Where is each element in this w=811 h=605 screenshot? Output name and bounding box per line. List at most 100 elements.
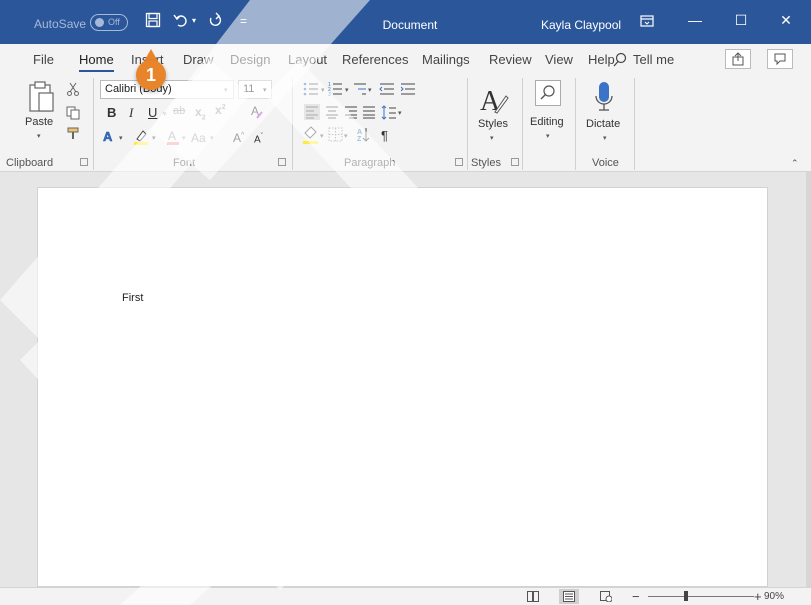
svg-text:▾: ▾	[344, 133, 348, 140]
change-case-button[interactable]: Aa	[191, 131, 206, 145]
document-page[interactable]: First	[37, 187, 768, 587]
multilevel-list-icon[interactable]	[354, 83, 366, 95]
zoom-slider[interactable]	[648, 596, 754, 597]
close-icon[interactable]: ✕	[776, 12, 796, 29]
decrease-indent-icon[interactable]	[379, 83, 394, 95]
autosave-toggle[interactable]: Off	[90, 14, 128, 31]
font-size-dropdown-icon[interactable]: ▾	[263, 86, 267, 94]
find-button[interactable]	[535, 80, 561, 106]
user-name[interactable]: Kayla Claypool	[541, 18, 621, 32]
ribbon-display-icon[interactable]	[640, 15, 654, 27]
web-layout-icon[interactable]	[600, 591, 612, 602]
redo-icon[interactable]	[207, 12, 223, 28]
shrink-font-button[interactable]: Aˇ	[254, 133, 263, 145]
share-button[interactable]	[725, 49, 751, 69]
editing-label[interactable]: Editing	[530, 116, 564, 128]
styles-launcher-icon[interactable]	[511, 158, 519, 166]
paragraph-launcher-icon[interactable]	[455, 158, 463, 166]
search-icon[interactable]	[612, 52, 628, 68]
font-color-icon[interactable]: A	[166, 128, 180, 146]
toggle-knob	[95, 18, 104, 27]
font-name-dropdown-icon[interactable]: ▾	[224, 86, 228, 94]
svg-text:Z: Z	[357, 136, 362, 143]
search-icon	[540, 85, 555, 100]
copy-icon[interactable]	[66, 106, 80, 120]
show-formatting-icon[interactable]: ¶	[381, 128, 388, 143]
undo-icon[interactable]	[173, 12, 189, 28]
tell-me-label[interactable]: Tell me	[633, 52, 674, 67]
highlight-dropdown-icon[interactable]: ▾	[152, 134, 156, 142]
tab-home[interactable]: Home	[79, 52, 114, 72]
tab-references[interactable]: References	[342, 52, 408, 67]
ribbon-tabs: File Home Insert Draw Design Layout Refe…	[0, 44, 811, 74]
undo-dropdown-icon[interactable]: ▾	[192, 16, 196, 25]
tab-view[interactable]: View	[545, 52, 573, 67]
text-effects-dropdown-icon[interactable]: ▾	[119, 134, 123, 142]
grow-font-button[interactable]: A^	[233, 131, 244, 145]
minimize-icon[interactable]: —	[685, 12, 705, 28]
shading-icon[interactable]	[303, 126, 318, 144]
paste-dropdown-icon[interactable]: ▾	[37, 132, 41, 140]
strikethrough-button[interactable]: ab	[173, 105, 185, 117]
bold-button[interactable]: B	[107, 105, 116, 120]
subscript-button[interactable]: x2	[195, 105, 206, 121]
print-layout-button[interactable]	[559, 589, 579, 604]
zoom-out-button[interactable]: −	[632, 589, 640, 604]
tab-draw[interactable]: Draw	[183, 52, 213, 67]
editing-dropdown-icon[interactable]: ▾	[546, 132, 550, 140]
styles-dropdown-icon[interactable]: ▾	[490, 134, 494, 142]
dictate-dropdown-icon[interactable]: ▾	[603, 134, 607, 142]
format-painter-icon[interactable]	[66, 126, 80, 140]
superscript-button[interactable]: x2	[215, 103, 226, 117]
document-text[interactable]: First	[122, 292, 143, 304]
tab-help[interactable]: Help	[588, 52, 615, 67]
cut-icon[interactable]	[66, 82, 80, 96]
justify-icon[interactable]	[363, 106, 375, 119]
paste-label[interactable]: Paste	[25, 116, 53, 128]
font-launcher-icon[interactable]	[278, 158, 286, 166]
font-color-dropdown-icon[interactable]: ▾	[182, 134, 186, 142]
dictate-label[interactable]: Dictate	[586, 118, 620, 130]
tab-layout[interactable]: Layout	[288, 52, 327, 67]
line-spacing-icon[interactable]	[381, 105, 396, 120]
clear-formatting-icon[interactable]: A	[250, 104, 264, 120]
bullets-icon[interactable]	[303, 82, 318, 96]
maximize-icon[interactable]: ☐	[731, 12, 751, 29]
numbering-icon[interactable]: 1 2 3	[328, 82, 342, 98]
tab-file[interactable]: File	[33, 52, 54, 67]
styles-icon[interactable]: A	[478, 82, 510, 116]
separator	[93, 78, 94, 170]
align-center-icon[interactable]	[326, 106, 338, 119]
align-right-icon[interactable]	[345, 106, 357, 119]
save-icon[interactable]	[145, 12, 161, 28]
zoom-level[interactable]: 90%	[764, 591, 784, 602]
microphone-icon[interactable]	[592, 80, 616, 114]
share-icon	[732, 52, 744, 66]
increase-indent-icon[interactable]	[400, 83, 415, 95]
text-effects-icon[interactable]: A	[102, 129, 116, 145]
comments-button[interactable]	[767, 49, 793, 69]
collapse-ribbon-icon[interactable]: ⌃	[791, 158, 799, 169]
zoom-in-button[interactable]: +	[754, 589, 762, 604]
read-mode-icon[interactable]	[527, 591, 539, 602]
underline-dropdown-icon[interactable]: ▾	[163, 110, 167, 118]
scrollbar[interactable]	[806, 172, 811, 587]
change-case-dropdown-icon[interactable]: ▾	[210, 134, 214, 142]
customize-qat-icon[interactable]: =	[240, 14, 247, 28]
paragraph-tools: ▾ 1 2 3 ▾ ▾ ▾ ▾ ▾ A Z ¶	[303, 82, 415, 144]
borders-icon[interactable]	[328, 127, 343, 142]
tab-design[interactable]: Design	[230, 52, 270, 67]
font-name-box[interactable]: Calibri (Body)	[100, 80, 234, 99]
paste-icon[interactable]	[26, 80, 56, 114]
underline-button[interactable]: U	[148, 105, 157, 120]
tab-review[interactable]: Review	[489, 52, 532, 67]
title-bar: AutoSave Off ▾ = Document Kayla Claypool…	[0, 0, 811, 44]
clipboard-launcher-icon[interactable]	[80, 158, 88, 166]
highlight-icon[interactable]	[133, 128, 149, 146]
font-size: 11	[243, 83, 255, 95]
sort-icon[interactable]: A Z	[357, 128, 370, 143]
tab-mailings[interactable]: Mailings	[422, 52, 470, 67]
zoom-slider-thumb[interactable]	[684, 591, 688, 601]
styles-label[interactable]: Styles	[478, 118, 508, 130]
italic-button[interactable]: I	[129, 105, 133, 121]
